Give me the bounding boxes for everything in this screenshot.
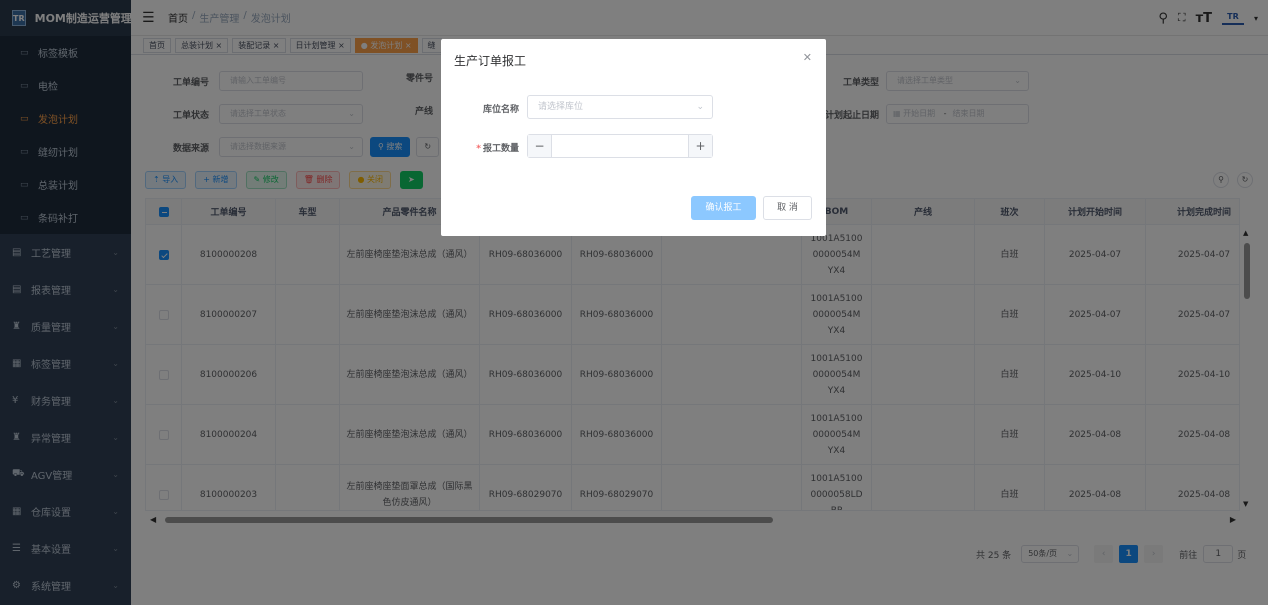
location-select[interactable]: 请选择库位 ⌄ xyxy=(527,95,713,119)
close-icon[interactable]: ✕ xyxy=(803,51,812,64)
qty-label-wrap: * 报工数量 xyxy=(449,141,519,154)
cancel-button[interactable]: 取 消 xyxy=(763,196,812,220)
dialog-footer: 确认报工 取 消 xyxy=(691,196,813,220)
qty-stepper: − + xyxy=(527,134,713,158)
required-mark: * xyxy=(476,144,481,154)
location-placeholder: 请选择库位 xyxy=(538,102,584,112)
confirm-report-button[interactable]: 确认报工 xyxy=(691,196,756,220)
minus-icon[interactable]: − xyxy=(528,135,552,157)
location-label: 库位名称 xyxy=(482,105,519,115)
plus-icon[interactable]: + xyxy=(688,135,712,157)
qty-input[interactable] xyxy=(552,135,688,157)
dialog-title: 生产订单报工 xyxy=(454,54,527,68)
qty-label: 报工数量 xyxy=(482,144,519,154)
chevron-down-icon: ⌄ xyxy=(696,102,704,112)
